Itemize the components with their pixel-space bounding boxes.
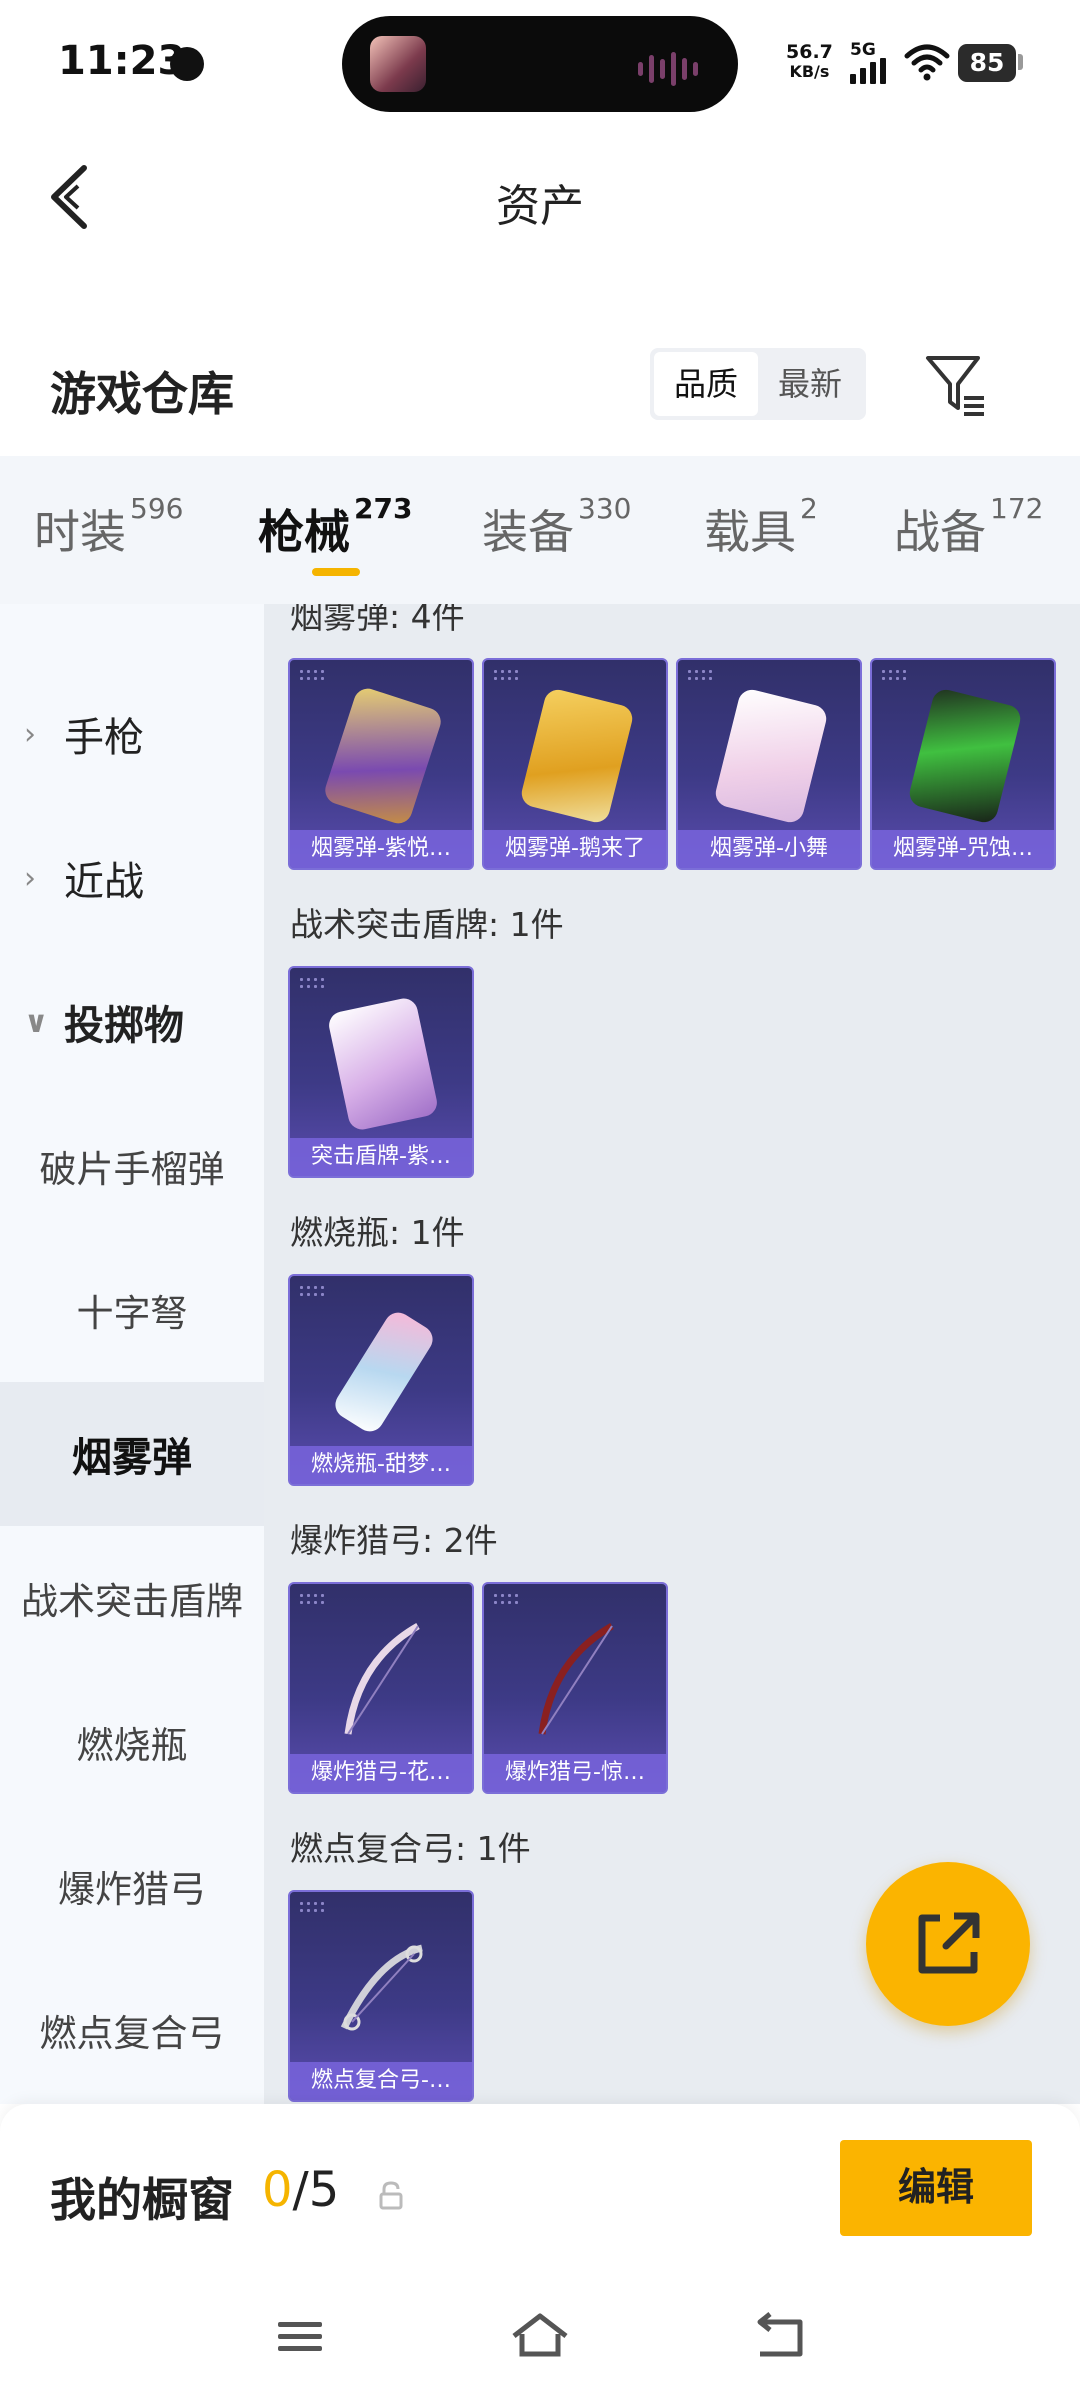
item-card[interactable]: 爆炸猎弓-惊… — [482, 1582, 668, 1794]
status-bar: 11:23 56.7 KB/s 5G 85 — [0, 0, 1080, 120]
side-item-molotov[interactable]: 燃烧瓶 — [0, 1670, 264, 1814]
vpn-globe-icon — [170, 47, 204, 81]
chevron-down-icon: ∨ — [24, 1004, 49, 1040]
item-name: 烟雾弹-紫悦… — [290, 830, 472, 868]
card-pattern — [880, 668, 908, 682]
item-card[interactable]: 燃点复合弓-… — [288, 1890, 474, 2102]
card-pattern — [298, 668, 326, 682]
warehouse-title: 游戏仓库 — [50, 367, 234, 421]
sort-by-newest[interactable]: 最新 — [758, 352, 862, 416]
item-card[interactable]: 烟雾弹-咒蚀… — [870, 658, 1056, 870]
shield-art — [326, 995, 440, 1133]
showcase-count: 0/5 — [262, 2162, 340, 2218]
side-item-frag-grenade[interactable]: 破片手榴弹 — [0, 1094, 264, 1238]
smoke-grenade-art — [712, 686, 830, 826]
card-pattern — [298, 976, 326, 990]
section-title: 爆炸猎弓: 2件 — [290, 1521, 498, 1560]
side-item-smoke-grenade[interactable]: 烟雾弹 — [0, 1382, 264, 1526]
item-card[interactable]: 突击盾牌-紫… — [288, 966, 474, 1178]
item-name: 烟雾弹-鹅来了 — [484, 830, 666, 868]
share-button[interactable] — [866, 1862, 1030, 2026]
side-item-explosive-bow[interactable]: 爆炸猎弓 — [0, 1814, 264, 1958]
card-pattern — [492, 668, 520, 682]
item-name: 突击盾牌-紫… — [290, 1138, 472, 1176]
home-icon[interactable] — [510, 2310, 570, 2362]
smoke-grenade-art — [321, 685, 445, 827]
dynamic-island[interactable] — [342, 16, 738, 112]
battery-tip — [1018, 54, 1023, 70]
net-speed: 56.7 KB/s — [786, 41, 833, 81]
card-pattern — [298, 1592, 326, 1606]
audio-wave-icon — [638, 52, 698, 86]
item-name: 燃烧瓶-甜梦… — [290, 1446, 472, 1484]
side-group-throwables[interactable]: ∨ 投掷物 — [0, 950, 264, 1094]
compound-bow-art — [340, 1944, 423, 2031]
signal-icon — [850, 58, 886, 84]
tab-firearms[interactable]: 枪械 273 — [258, 492, 412, 562]
menu-icon[interactable] — [270, 2310, 330, 2362]
side-group-melee[interactable]: › 近战 — [0, 806, 264, 950]
item-card[interactable]: 烟雾弹-小舞 — [676, 658, 862, 870]
section-title: 烟雾弹: 4件 — [290, 604, 465, 636]
section-title: 燃烧瓶: 1件 — [290, 1213, 465, 1252]
edit-button[interactable]: 编辑 — [840, 2140, 1032, 2236]
bow-art — [538, 1622, 614, 1735]
item-card[interactable]: 烟雾弹-紫悦… — [288, 658, 474, 870]
item-name: 爆炸猎弓-惊… — [484, 1754, 666, 1792]
smoke-grenade-art — [518, 686, 636, 826]
bow-art — [344, 1622, 420, 1735]
filter-icon[interactable] — [922, 352, 990, 420]
chevron-right-icon: › — [24, 860, 36, 896]
side-item-crossbow[interactable]: 十字弩 — [0, 1238, 264, 1382]
showcase-label: 我的橱窗 — [50, 2173, 234, 2227]
molotov-art — [330, 1307, 438, 1437]
back-icon[interactable] — [750, 2310, 810, 2362]
battery-indicator: 85 — [958, 44, 1016, 82]
item-name: 烟雾弹-小舞 — [678, 830, 860, 868]
section-title: 燃点复合弓: 1件 — [290, 1829, 531, 1868]
smoke-grenade-art — [906, 686, 1024, 826]
sort-by-quality[interactable]: 品质 — [654, 352, 758, 416]
sort-toggle: 品质 最新 — [650, 348, 866, 420]
music-app-avatar — [370, 36, 426, 92]
tab-supplies[interactable]: 战备 172 — [894, 492, 1043, 562]
side-group-pistol[interactable]: › 手枪 — [0, 662, 264, 806]
system-nav-bar — [0, 2280, 1080, 2400]
tab-vehicles[interactable]: 载具 2 — [704, 492, 818, 562]
tab-fashion[interactable]: 时装 596 — [34, 492, 183, 562]
section-title: 战术突击盾牌: 1件 — [290, 905, 564, 944]
card-pattern — [298, 1900, 326, 1914]
category-tabs: 时装 596 枪械 273 装备 330 载具 2 战备 172 — [0, 456, 1080, 604]
side-menu: › 手枪 › 近战 ∨ 投掷物 破片手榴弹 十字弩 烟雾弹 战术突击盾牌 燃烧瓶 爆炸… — [0, 604, 264, 2104]
active-tab-indicator — [312, 568, 360, 576]
side-item-compound-bow[interactable]: 燃点复合弓 — [0, 1958, 264, 2102]
item-name: 燃点复合弓-… — [290, 2062, 472, 2100]
card-pattern — [492, 1592, 520, 1606]
wifi-icon — [904, 44, 950, 81]
card-pattern — [298, 1284, 326, 1298]
network-type: 5G — [850, 40, 876, 60]
lock-icon — [379, 2181, 403, 2210]
share-external-icon — [918, 1912, 980, 1974]
tab-equipment[interactable]: 装备 330 — [482, 492, 631, 562]
side-item-assault-shield[interactable]: 战术突击盾牌 — [0, 1526, 264, 1670]
item-name: 烟雾弹-咒蚀… — [872, 830, 1054, 868]
item-card[interactable]: 燃烧瓶-甜梦… — [288, 1274, 474, 1486]
item-card[interactable]: 烟雾弹-鹅来了 — [482, 658, 668, 870]
chevron-right-icon: › — [24, 716, 36, 752]
item-name: 爆炸猎弓-花… — [290, 1754, 472, 1792]
item-card[interactable]: 爆炸猎弓-花… — [288, 1582, 474, 1794]
status-time: 11:23 — [58, 38, 186, 84]
page-title: 资产 — [496, 181, 584, 232]
card-pattern — [686, 668, 714, 682]
